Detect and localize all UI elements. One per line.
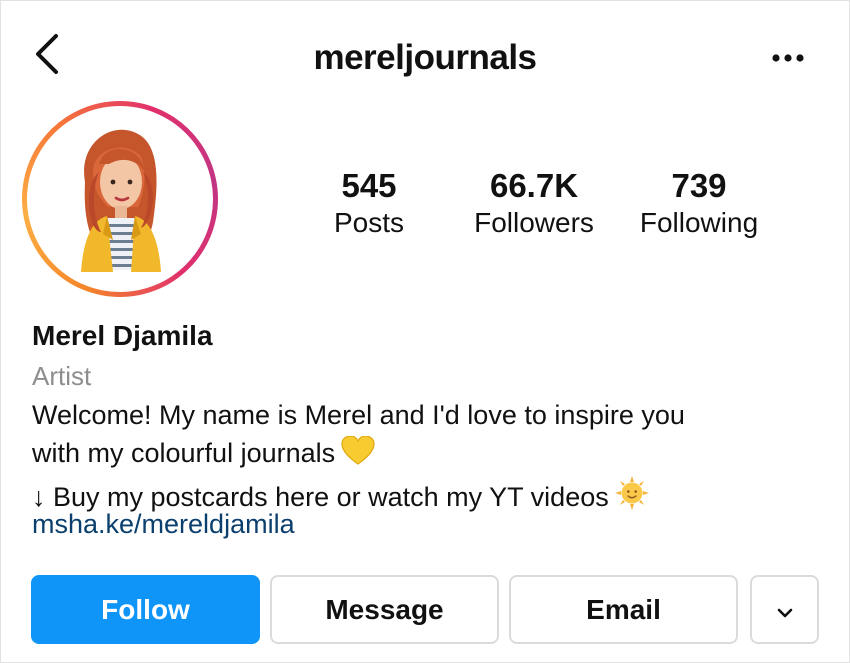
profile-link[interactable]: msha.ke/mereldjamila [32, 509, 295, 540]
following-label: Following [639, 207, 759, 238]
story-ring[interactable] [22, 101, 218, 297]
posts-stat[interactable]: 545 Posts [284, 168, 454, 240]
sun-face-emoji [614, 476, 649, 521]
posts-label: Posts [333, 207, 405, 238]
bio-line: Welcome! My name is Merel and I'd love t… [32, 400, 685, 430]
following-count: 739 [671, 167, 727, 204]
followers-label: Followers [474, 207, 594, 238]
message-button[interactable]: Message [270, 575, 499, 644]
profile-username: mereljournals [313, 38, 537, 77]
profile-category: Artist [32, 361, 92, 391]
yellow-heart-emoji [341, 434, 375, 477]
bio-line: ↓ Buy my postcards here or watch my YT v… [32, 482, 609, 512]
suggested-dropdown-button[interactable] [750, 575, 819, 644]
email-button[interactable]: Email [509, 575, 738, 644]
followers-count: 66.7K [489, 167, 579, 204]
followers-stat[interactable]: 66.7K Followers [449, 168, 619, 240]
bio-line-with-heart: with my colourful journals [32, 434, 822, 477]
follow-button[interactable]: Follow [31, 575, 260, 644]
posts-count: 545 [341, 167, 397, 204]
avatar[interactable] [33, 112, 207, 286]
following-stat[interactable]: 739 Following [614, 168, 784, 240]
bio-line: with my colourful journals [32, 437, 336, 468]
chevron-down-icon [776, 594, 794, 626]
profile-bio: Welcome! My name is Merel and I'd love t… [32, 397, 822, 521]
profile-name: Merel Djamila [32, 320, 213, 351]
more-options-icon[interactable] [768, 48, 808, 68]
